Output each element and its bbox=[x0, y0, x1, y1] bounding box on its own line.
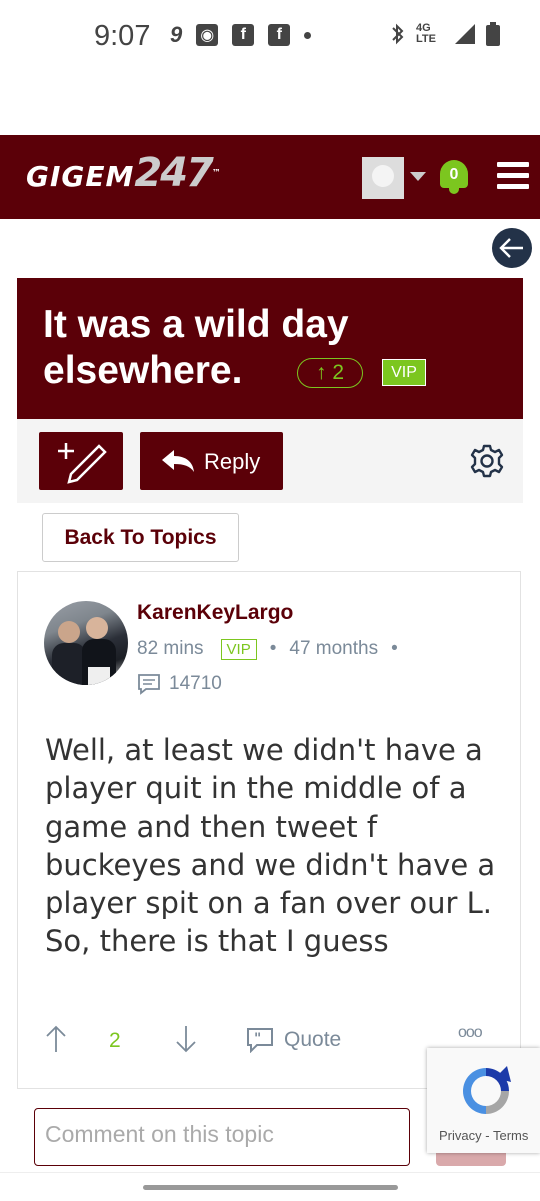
avatar-detail bbox=[88, 667, 110, 685]
post-card: KarenKeyLargo 82 mins VIP • 47 months • … bbox=[17, 571, 521, 1089]
quote-label: Quote bbox=[284, 1028, 342, 1051]
recaptcha-badge[interactable]: Privacy - Terms bbox=[427, 1048, 540, 1153]
reply-button[interactable]: Reply bbox=[140, 432, 283, 490]
reply-label: Reply bbox=[204, 449, 261, 474]
home-indicator[interactable] bbox=[143, 1185, 398, 1190]
downvote-icon[interactable] bbox=[174, 1024, 198, 1054]
signal-icon bbox=[455, 24, 475, 44]
author-username[interactable]: KarenKeyLargo bbox=[137, 601, 293, 625]
vip-badge: VIP bbox=[220, 638, 257, 660]
avatar-face bbox=[86, 617, 108, 639]
back-to-topics-button[interactable]: Back To Topics bbox=[42, 513, 239, 562]
back-arrow-icon[interactable] bbox=[492, 228, 532, 268]
link-separator: - bbox=[485, 1128, 490, 1143]
post-time: 82 mins bbox=[137, 638, 204, 659]
facebook-icon: f bbox=[268, 24, 291, 46]
topic-toolbar: Reply bbox=[17, 419, 523, 503]
chevron-down-icon[interactable] bbox=[410, 172, 426, 181]
recaptcha-icon bbox=[463, 1066, 511, 1114]
reply-icon bbox=[162, 450, 194, 472]
post-body: Well, at least we didn't have a player q… bbox=[45, 733, 496, 959]
status-bar: 9:07 9 ◉ f f 4G LTE bbox=[0, 0, 540, 75]
quote-button[interactable]: " Quote bbox=[246, 1027, 341, 1053]
logo-tm: ™ bbox=[211, 168, 222, 179]
notification-bell-icon[interactable]: 0 bbox=[437, 156, 471, 196]
more-options-icon[interactable]: ooo bbox=[458, 1024, 483, 1042]
gear-icon[interactable] bbox=[469, 443, 505, 479]
logo-number: 247 bbox=[134, 150, 213, 196]
battery-icon bbox=[486, 22, 500, 46]
logo-text: GIGEM bbox=[26, 160, 135, 193]
upvote-icon[interactable] bbox=[44, 1024, 68, 1054]
topic-header: It was a wild day elsewhere. ↑ 2 VIP bbox=[17, 278, 523, 419]
post-meta: 82 mins VIP • 47 months • bbox=[137, 638, 411, 660]
avatar-face bbox=[58, 621, 80, 643]
topic-votes[interactable]: ↑ 2 bbox=[297, 358, 363, 388]
svg-text:": " bbox=[254, 1031, 261, 1047]
bell-clapper bbox=[449, 188, 459, 194]
comment-icon bbox=[138, 674, 160, 695]
menu-line bbox=[497, 162, 529, 167]
menu-line bbox=[497, 173, 529, 178]
member-age: 47 months bbox=[289, 638, 379, 659]
menu-line bbox=[497, 184, 529, 189]
new-topic-button[interactable] bbox=[39, 432, 123, 490]
avatar-figure bbox=[52, 643, 86, 685]
camera-icon: ◉ bbox=[196, 24, 219, 46]
menu-icon[interactable] bbox=[497, 162, 529, 190]
status-time: 9:07 bbox=[94, 20, 151, 52]
bluetooth-icon bbox=[392, 23, 404, 45]
separator-dot: • bbox=[269, 638, 277, 659]
user-avatar[interactable] bbox=[362, 157, 404, 199]
facebook-icon: f bbox=[232, 24, 255, 46]
quote-icon: " bbox=[247, 1028, 273, 1053]
author-avatar[interactable] bbox=[44, 601, 128, 685]
4g-lte-icon: 4G LTE bbox=[416, 22, 436, 45]
notification-count: 0 bbox=[440, 160, 468, 188]
comment-count: 14710 bbox=[137, 673, 222, 695]
privacy-link[interactable]: Privacy bbox=[439, 1128, 482, 1143]
vip-badge: VIP bbox=[382, 359, 426, 386]
separator-dot: • bbox=[391, 638, 398, 659]
dot-icon bbox=[304, 31, 312, 39]
recaptcha-links: Privacy - Terms bbox=[439, 1128, 528, 1143]
notification-icons: 9 ◉ f f bbox=[170, 22, 312, 48]
comment-count-value: 14710 bbox=[169, 673, 222, 694]
signal-9-icon: 9 bbox=[170, 22, 183, 47]
navigation-bar bbox=[0, 1172, 540, 1201]
upvote-count: 2 bbox=[109, 1029, 121, 1052]
site-logo[interactable]: GIGEM247™ bbox=[26, 150, 222, 196]
terms-link[interactable]: Terms bbox=[493, 1128, 528, 1143]
comment-input[interactable]: Comment on this topic bbox=[34, 1108, 410, 1166]
plus-pencil-icon bbox=[58, 443, 107, 484]
system-icons: 4G LTE bbox=[390, 22, 500, 46]
arrow-left-icon bbox=[499, 238, 523, 258]
